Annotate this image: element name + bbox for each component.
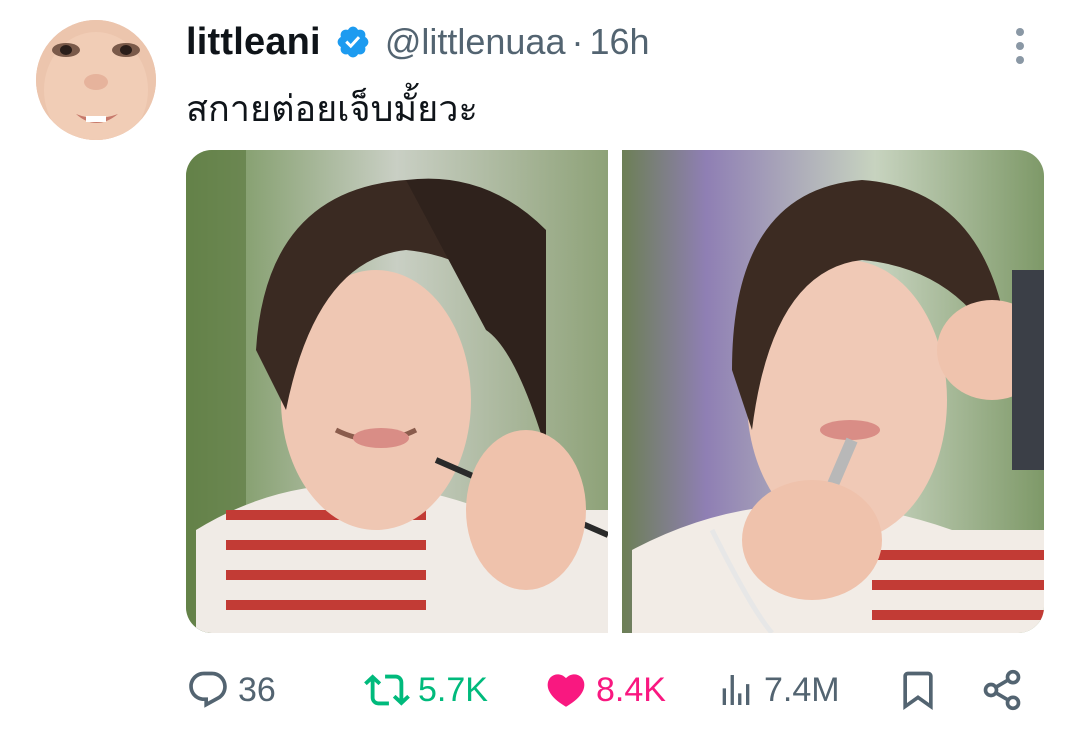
photo-1-image bbox=[186, 150, 608, 633]
user-handle[interactable]: @littlenuaa bbox=[385, 21, 566, 63]
tweet-media bbox=[186, 150, 1044, 633]
timestamp[interactable]: 16h bbox=[589, 21, 649, 63]
tweet-text: สกายต่อยเจ็บมั้ยวะ bbox=[186, 89, 478, 130]
like-count: 8.4K bbox=[596, 671, 666, 709]
tweet-photo-2[interactable] bbox=[622, 150, 1044, 633]
share-icon bbox=[983, 669, 1021, 711]
views-chart-icon bbox=[722, 675, 750, 705]
more-vertical-icon bbox=[1016, 28, 1024, 64]
separator-dot: · bbox=[571, 21, 584, 62]
verified-badge-icon bbox=[335, 24, 371, 60]
reply-button[interactable]: 36 bbox=[186, 662, 276, 718]
avatar-image bbox=[36, 20, 156, 140]
views-count: 7.4M bbox=[764, 671, 840, 709]
bookmark-button[interactable] bbox=[896, 662, 940, 718]
bookmark-icon bbox=[903, 671, 933, 711]
tweet-actions: 36 5.7K 8.4K 7.4M bbox=[186, 662, 1040, 718]
reply-count: 36 bbox=[238, 671, 276, 709]
photo-2-image bbox=[622, 150, 1044, 633]
retweet-count: 5.7K bbox=[418, 671, 488, 709]
heart-icon bbox=[547, 674, 585, 707]
tweet-photo-1[interactable] bbox=[186, 150, 608, 633]
retweet-icon bbox=[364, 674, 410, 706]
retweet-button[interactable]: 5.7K bbox=[364, 662, 488, 718]
views-button[interactable]: 7.4M bbox=[716, 662, 840, 718]
display-name[interactable]: littleani bbox=[186, 21, 321, 64]
reply-icon bbox=[189, 671, 227, 708]
share-button[interactable] bbox=[980, 662, 1024, 718]
tweet-header: littleani @littlenuaa · 16h bbox=[186, 18, 650, 66]
more-options-button[interactable] bbox=[1002, 22, 1038, 70]
like-button[interactable]: 8.4K bbox=[544, 662, 666, 718]
avatar[interactable] bbox=[36, 20, 156, 140]
